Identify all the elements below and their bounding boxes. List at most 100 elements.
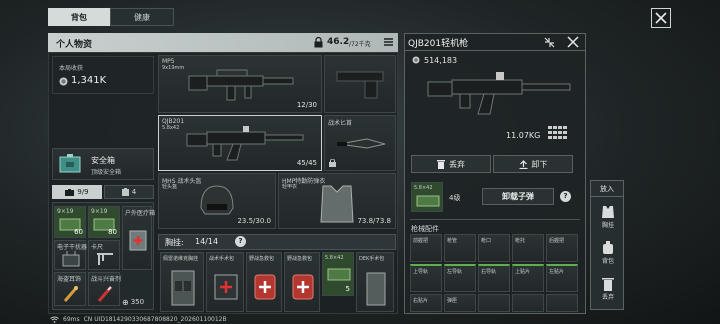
tab-health-label: 健康 bbox=[134, 12, 150, 22]
attach-slot[interactable]: 上导轨 bbox=[410, 264, 442, 292]
safebox-icon bbox=[59, 154, 81, 173]
attach-slot-label: 后握把 bbox=[549, 238, 565, 244]
list-icon[interactable] bbox=[384, 38, 393, 46]
qjb201-gun-icon bbox=[186, 126, 304, 161]
attach-slot-label: 上导轨 bbox=[413, 269, 429, 275]
attach-slot[interactable]: 枪口 bbox=[478, 234, 510, 262]
armor-slot[interactable]: HMP特勤防弹衣 轻甲衣 73.8/73.8 bbox=[278, 173, 396, 229]
pocket-item[interactable]: 户外医疗箱 bbox=[122, 206, 156, 270]
pocket-tab-2[interactable]: 4 bbox=[104, 185, 154, 199]
tab-health[interactable]: 健康 bbox=[110, 8, 174, 26]
armor-sub: 轻甲衣 bbox=[282, 184, 298, 190]
weapon-slot-knife[interactable]: 战术匕首 bbox=[324, 115, 396, 171]
upload-icon bbox=[519, 159, 527, 169]
first-aid-icon bbox=[292, 274, 314, 300]
attach-slot[interactable] bbox=[478, 294, 510, 312]
attach-slot-label: 枪托 bbox=[515, 238, 526, 244]
collapse-icon[interactable] bbox=[544, 37, 555, 48]
side-menu-title-label: 放入 bbox=[600, 185, 614, 193]
rig-item[interactable]: 野战急救包 bbox=[284, 252, 320, 312]
weapon-secondary-ammo: 45/45 bbox=[296, 159, 317, 167]
pocket-item[interactable]: 卡尺 bbox=[88, 240, 120, 270]
rig-item[interactable]: 战术手术包 bbox=[206, 252, 244, 312]
attach-slot[interactable]: 枪管 bbox=[444, 234, 476, 262]
unload-label: 卸下 bbox=[531, 159, 548, 169]
weapon-slot-primary[interactable]: MP5 9x19mm 12/30 bbox=[158, 55, 322, 113]
pocket-item-count: 60 bbox=[74, 228, 83, 236]
pocket-item-name: 户外医疗箱 bbox=[125, 210, 156, 217]
weapon-slot-secondary[interactable]: QJB201 5.8x42 45/45 bbox=[158, 115, 322, 171]
weapon-primary-sub: 9x19mm bbox=[162, 65, 185, 71]
attach-slot-label: 左导轨 bbox=[447, 269, 463, 275]
pocket-item[interactable]: 战斗兴奋剂 bbox=[88, 272, 122, 306]
safebox-title: 安全箱 bbox=[91, 156, 115, 165]
pocket-item[interactable]: 9×19 80 bbox=[88, 206, 120, 238]
weight-max: /72千克 bbox=[349, 41, 371, 48]
attach-slot[interactable]: 后握把 bbox=[546, 234, 578, 262]
attach-slot[interactable] bbox=[512, 294, 544, 312]
attach-slot[interactable]: 弹匣 bbox=[444, 294, 476, 312]
ammo-help-icon[interactable]: ? bbox=[560, 191, 571, 202]
attachment-grid: 前握把 枪管 枪口 枪托 后握把 上导轨 左导轨 右导轨 上贴片 左贴片 右贴片… bbox=[410, 234, 580, 312]
surgery-kit-icon bbox=[214, 274, 238, 300]
rig-item-count: 5 bbox=[345, 285, 350, 293]
rig-item[interactable]: 5.8×42 5 bbox=[322, 252, 354, 296]
attach-slot[interactable]: 上贴片 bbox=[512, 264, 544, 292]
rig-title: 胸挂: bbox=[165, 238, 184, 247]
attach-slot[interactable]: 左导轨 bbox=[444, 264, 476, 292]
rig-help-icon[interactable]: ? bbox=[235, 236, 246, 247]
wifi-icon bbox=[50, 316, 59, 323]
rig-item[interactable]: DEK手术包 bbox=[356, 252, 394, 312]
helmet-sub: 轻头盔 bbox=[162, 184, 178, 190]
pocket-item-name: 9×19 bbox=[91, 208, 108, 215]
rig-item-name: 战术手术包 bbox=[209, 256, 235, 262]
stimulant-icon bbox=[97, 286, 113, 302]
discard-label: 丢弃 bbox=[449, 159, 465, 169]
rig-header: 胸挂: 14/14 ? bbox=[158, 234, 396, 250]
weight-lock-icon bbox=[314, 37, 323, 48]
discard-button[interactable]: 丢弃 bbox=[411, 155, 491, 173]
pocket-item-name: 9×19 bbox=[57, 208, 74, 215]
pocket-item[interactable]: 电子干扰器 bbox=[54, 240, 87, 270]
side-backpack-button[interactable]: 背包 bbox=[591, 239, 625, 269]
pocket-item[interactable]: 9×19 60 bbox=[54, 206, 86, 238]
unload-button[interactable]: 卸下 bbox=[493, 155, 573, 173]
attach-slot[interactable]: 右贴片 bbox=[410, 294, 442, 312]
attach-slot[interactable]: 右导轨 bbox=[478, 264, 510, 292]
safebox-slot[interactable]: 安全箱 顶级安全箱 bbox=[52, 148, 154, 180]
unload-ammo-button[interactable]: 卸载子弹 bbox=[482, 188, 554, 205]
side-discard-button[interactable]: 丢弃 bbox=[591, 275, 625, 305]
ammo-slot[interactable]: 5.8×42 bbox=[411, 182, 443, 212]
side-chest-rig-button[interactable]: 胸挂 bbox=[591, 203, 625, 233]
pocket-item[interactable]: 海盗耳饰 bbox=[54, 272, 86, 306]
helmet-slot[interactable]: MHS 战术头盔 轻头盔 23.5/30.0 bbox=[158, 173, 276, 229]
attach-slot-label: 左贴片 bbox=[549, 269, 565, 275]
trash-icon bbox=[437, 159, 445, 169]
pocket-tab-1[interactable]: 9/9 bbox=[52, 185, 102, 199]
attach-slot[interactable]: 枪托 bbox=[512, 234, 544, 262]
ammo-box-icon bbox=[327, 268, 351, 281]
pistol-icon bbox=[336, 71, 384, 99]
weapon-slot-pistol[interactable] bbox=[324, 55, 396, 113]
close-icon[interactable] bbox=[567, 36, 579, 48]
pocket-tab-2-label: 4 bbox=[131, 188, 137, 196]
attach-slot[interactable]: 前握把 bbox=[410, 234, 442, 262]
coin-icon bbox=[59, 77, 68, 86]
armor-durability: 73.8/73.8 bbox=[357, 217, 391, 225]
close-button[interactable] bbox=[651, 8, 671, 28]
side-menu-title: 放入 bbox=[591, 181, 623, 197]
attach-slot[interactable]: 左贴片 bbox=[546, 264, 578, 292]
plus-icon: ⊕ bbox=[122, 297, 129, 307]
pocket-item-name: 战斗兴奋剂 bbox=[91, 276, 122, 283]
dek-kit-icon bbox=[366, 272, 386, 306]
rig-item[interactable]: 佩雷诺维克胸挂 bbox=[160, 252, 204, 312]
attach-title: 枪械配件 bbox=[411, 225, 439, 233]
coin-icon bbox=[412, 56, 420, 64]
backpack-icon bbox=[603, 241, 613, 254]
jammer-icon bbox=[62, 251, 80, 267]
income-label: 本局收获 bbox=[59, 65, 84, 72]
attach-slot[interactable] bbox=[546, 294, 578, 312]
rig-item[interactable]: 野战急救包 bbox=[246, 252, 282, 312]
unload-ammo-label: 卸载子弹 bbox=[502, 192, 534, 201]
tab-backpack[interactable]: 背包 bbox=[48, 8, 110, 26]
